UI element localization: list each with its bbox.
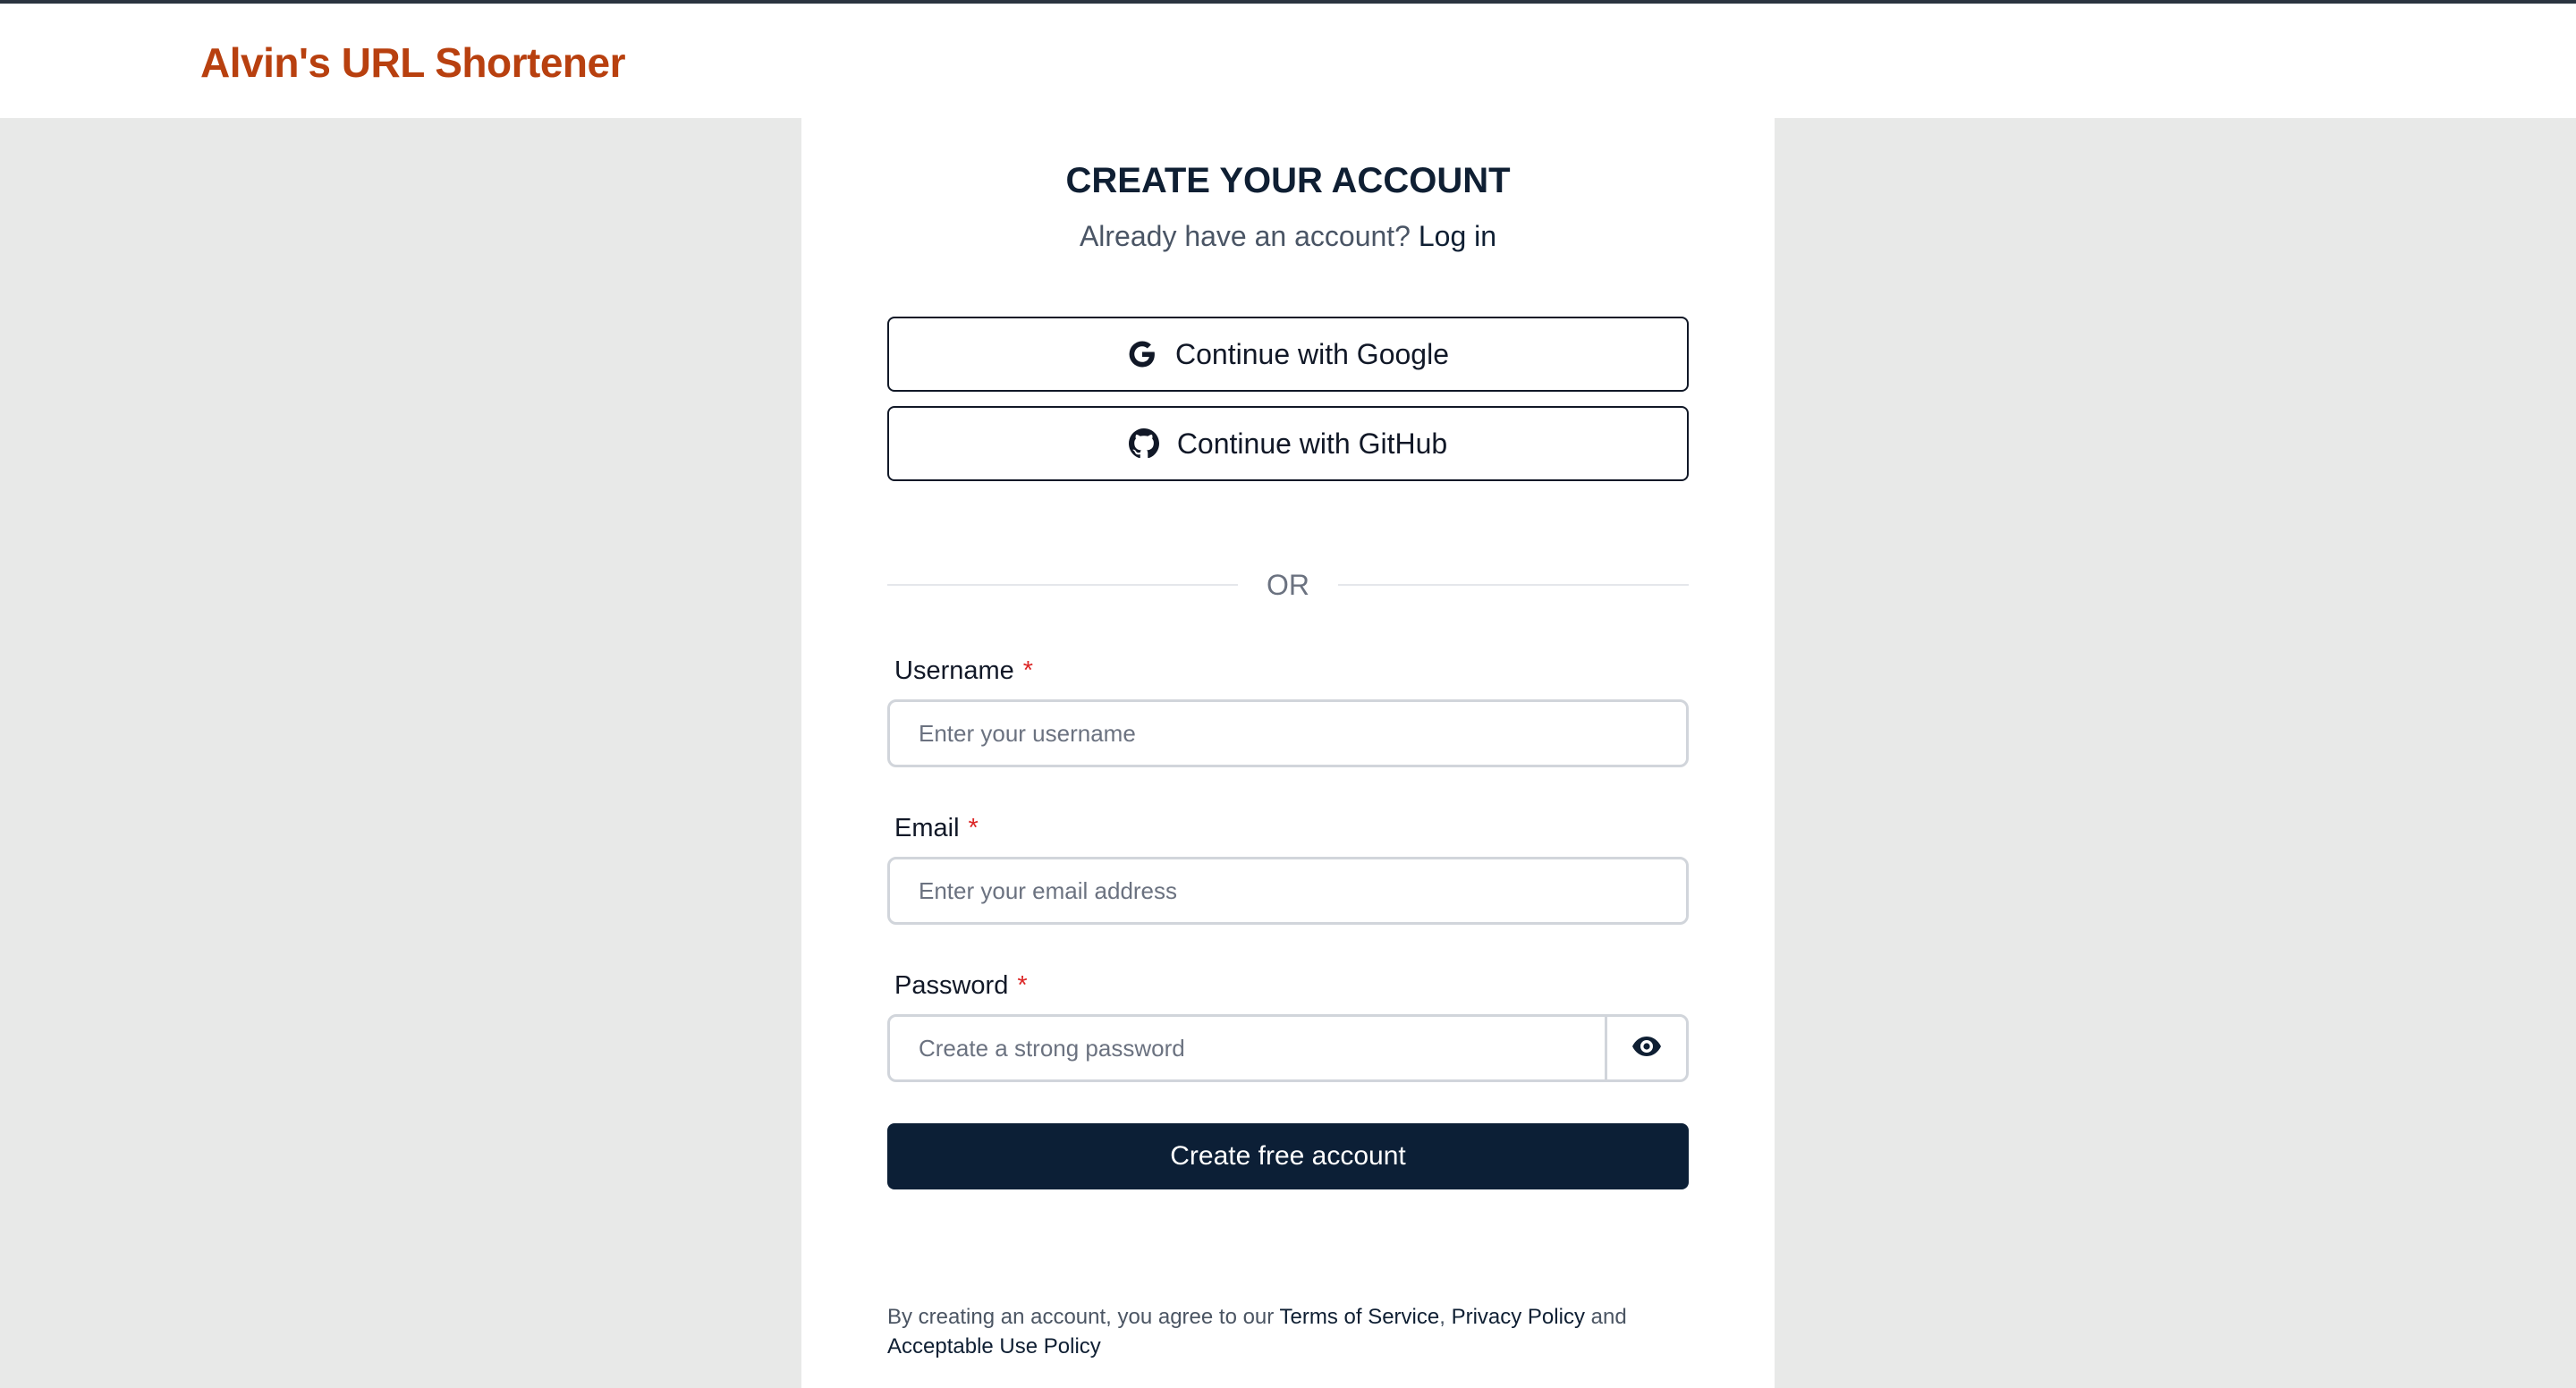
continue-with-google-button[interactable]: Continue with Google	[887, 317, 1689, 392]
terms-of-service-link[interactable]: Terms of Service	[1280, 1305, 1440, 1329]
password-field-group	[887, 1014, 1689, 1082]
required-asterisk: *	[1017, 971, 1028, 1000]
github-button-label: Continue with GitHub	[1176, 427, 1448, 460]
acceptable-use-policy-link[interactable]: Acceptable Use Policy	[887, 1334, 1101, 1358]
privacy-policy-link[interactable]: Privacy Policy	[1452, 1305, 1585, 1329]
login-prompt: Already have an account? Log in	[801, 216, 1775, 256]
legal-prefix: By creating an account, you agree to our	[887, 1305, 1275, 1329]
eye-icon	[1632, 1036, 1661, 1061]
signup-card: CREATE YOUR ACCOUNT Already have an acco…	[801, 118, 1775, 1388]
password-label-text: Password	[894, 971, 1009, 1000]
brand-logo-link[interactable]: Alvin's URL Shortener	[200, 36, 626, 89]
username-label: Username *	[894, 653, 1033, 689]
toggle-password-visibility-button[interactable]	[1607, 1017, 1686, 1079]
email-input[interactable]	[887, 857, 1689, 925]
username-label-text: Username	[894, 656, 1014, 685]
google-g-icon	[1127, 339, 1157, 369]
username-input[interactable]	[887, 699, 1689, 767]
github-icon	[1128, 428, 1159, 459]
divider-line-right	[1338, 584, 1689, 586]
required-asterisk: *	[1022, 656, 1034, 685]
continue-with-github-button[interactable]: Continue with GitHub	[887, 406, 1689, 481]
password-input[interactable]	[890, 1017, 1607, 1079]
email-label: Email *	[894, 810, 979, 846]
create-account-button[interactable]: Create free account	[887, 1123, 1689, 1189]
page-title: CREATE YOUR ACCOUNT	[1065, 161, 1511, 200]
site-header: Alvin's URL Shortener	[0, 4, 2576, 118]
email-label-text: Email	[894, 814, 960, 842]
password-label: Password *	[894, 968, 1028, 1003]
required-asterisk: *	[968, 814, 979, 842]
google-button-label: Continue with Google	[1175, 337, 1449, 370]
legal-comma: ,	[1439, 1305, 1445, 1329]
login-prompt-text: Already have an account?	[1079, 220, 1411, 252]
divider-text: OR	[1267, 568, 1309, 601]
legal-and: and	[1590, 1305, 1627, 1329]
login-link[interactable]: Log in	[1419, 220, 1496, 252]
or-divider: OR	[887, 565, 1689, 605]
legal-notice: By creating an account, you agree to our…	[887, 1302, 1689, 1361]
divider-line-left	[887, 584, 1238, 586]
